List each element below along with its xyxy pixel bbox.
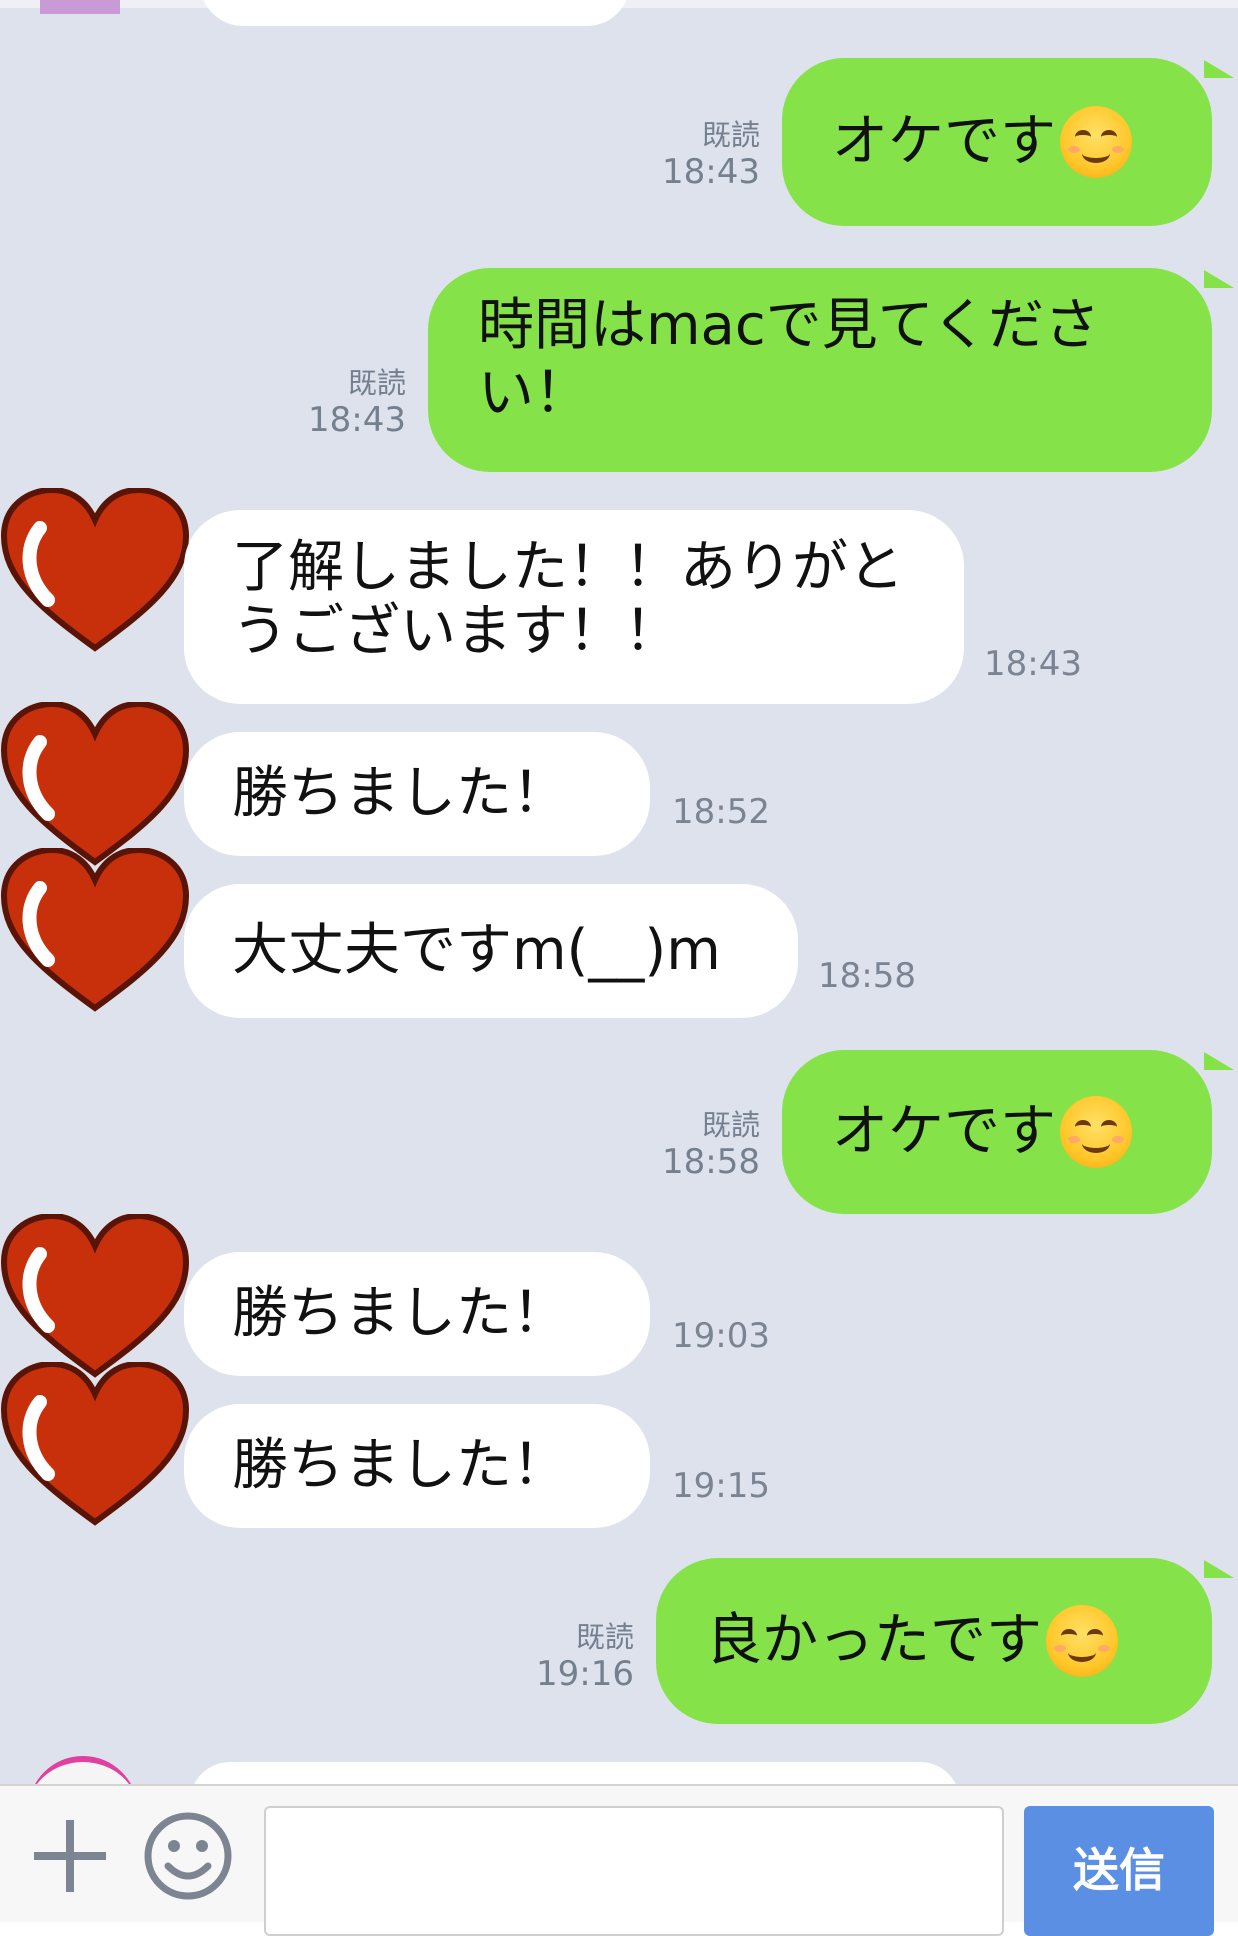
message-text: 了解しました！！ありがとうございます！！	[232, 535, 904, 664]
message-text: 時間はmacで見てください！	[478, 293, 1100, 426]
message-meta: 既読 18:43	[640, 118, 760, 192]
send-button[interactable]: 送信	[1024, 1806, 1214, 1936]
partial-bubble-bottom	[190, 1762, 960, 1784]
heart-avatar-icon[interactable]	[0, 488, 190, 658]
message-time: 18:58	[662, 1142, 760, 1182]
incoming-message[interactable]: 了解しました！！ありがとうございます！！	[184, 510, 964, 704]
message-text: オケです	[832, 109, 1056, 174]
bubble-tail	[1204, 1560, 1234, 1578]
outgoing-message[interactable]: 良かったです	[656, 1558, 1212, 1724]
bubble-tail	[1204, 270, 1234, 288]
message-time: 18:43	[984, 644, 1082, 684]
heart-avatar-icon[interactable]	[0, 702, 190, 872]
outgoing-message[interactable]: 時間はmacで見てください！	[428, 268, 1212, 472]
incoming-message[interactable]: 勝ちました！	[184, 1252, 650, 1376]
read-receipt: 既読	[575, 1620, 634, 1654]
heart-avatar-icon[interactable]	[0, 1362, 190, 1532]
message-meta: 既読 18:43	[280, 366, 406, 440]
partial-avatar-top	[40, 0, 120, 14]
smiling-face-icon	[1060, 1096, 1132, 1168]
bubble-tail	[1204, 1052, 1234, 1070]
smiling-face-icon	[1046, 1605, 1118, 1677]
message-time: 18:52	[672, 792, 770, 832]
read-receipt: 既読	[347, 366, 406, 400]
input-bar: 送信	[0, 1784, 1238, 1936]
message-time: 18:58	[818, 956, 916, 996]
incoming-message[interactable]: 勝ちました！	[184, 1404, 650, 1528]
incoming-message[interactable]: 勝ちました！	[184, 732, 650, 856]
incoming-message[interactable]: 大丈夫ですm(__)m	[184, 884, 798, 1018]
message-text: 勝ちました！	[232, 1433, 568, 1498]
smiley-icon[interactable]	[142, 1810, 234, 1902]
partial-bubble-top	[200, 0, 630, 26]
message-time: 18:43	[308, 400, 406, 440]
message-input[interactable]	[264, 1806, 1004, 1936]
message-time: 19:15	[672, 1466, 770, 1506]
read-receipt: 既読	[701, 1108, 760, 1142]
message-time: 19:03	[672, 1316, 770, 1356]
bubble-tail	[1204, 60, 1234, 78]
message-text: 良かったです	[706, 1608, 1042, 1673]
message-meta: 既読 18:58	[640, 1108, 760, 1182]
outgoing-message[interactable]: オケです	[782, 58, 1212, 226]
message-text: 勝ちました！	[232, 1281, 568, 1346]
message-meta: 既読 19:16	[514, 1620, 634, 1694]
message-time: 19:16	[536, 1654, 634, 1694]
message-time: 18:43	[662, 152, 760, 192]
read-receipt: 既読	[701, 118, 760, 152]
heart-avatar-icon[interactable]	[0, 1214, 190, 1384]
chat-area[interactable]: 既読 18:43 オケです 既読 18:43 時間はmacで見てください！ 了解…	[0, 0, 1238, 1784]
outgoing-message[interactable]: オケです	[782, 1050, 1212, 1214]
heart-avatar-icon[interactable]	[0, 848, 190, 1018]
plus-icon[interactable]	[30, 1816, 110, 1896]
message-text: オケです	[832, 1099, 1056, 1164]
partial-avatar-bottom	[28, 1756, 138, 1784]
message-text: 勝ちました！	[232, 761, 568, 826]
smiling-face-icon	[1060, 106, 1132, 178]
message-text: 大丈夫ですm(__)m	[232, 918, 721, 983]
